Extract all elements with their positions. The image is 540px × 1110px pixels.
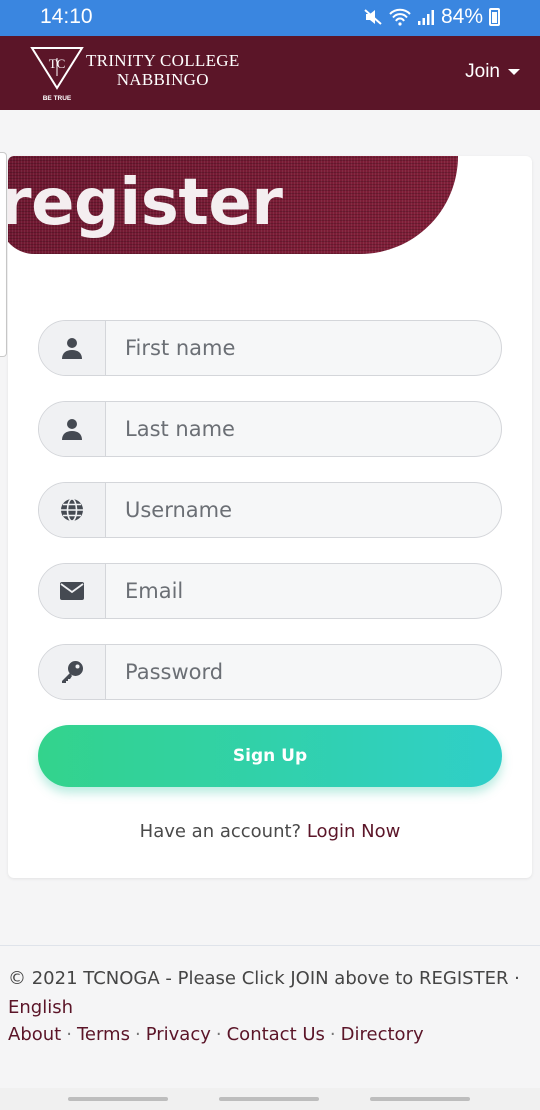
have-account-text: Have an account?: [139, 821, 302, 842]
side-panel-edge[interactable]: [0, 152, 7, 357]
home-handle[interactable]: [219, 1097, 319, 1101]
copyright-text: © 2021 TCNOGA - Please Click JOIN above …: [8, 968, 520, 989]
email-field[interactable]: [38, 563, 502, 619]
footer-link-privacy[interactable]: Privacy: [146, 1024, 211, 1045]
first-name-field[interactable]: [38, 320, 502, 376]
footer-link-terms[interactable]: Terms: [77, 1024, 130, 1045]
username-field[interactable]: [38, 482, 502, 538]
first-name-input[interactable]: [106, 321, 501, 375]
status-bar: 14:10 84%: [0, 0, 540, 36]
back-handle[interactable]: [370, 1097, 470, 1101]
site-footer: © 2021 TCNOGA - Please Click JOIN above …: [0, 945, 540, 1088]
register-banner: register: [8, 156, 458, 254]
join-label: Join: [465, 61, 500, 82]
brand-line-1: TRINITY COLLEGE: [86, 51, 240, 70]
password-input[interactable]: [106, 645, 501, 699]
user-icon: [39, 402, 106, 456]
username-input[interactable]: [106, 483, 501, 537]
college-logo[interactable]: TC BE TRUE: [30, 46, 84, 102]
globe-icon: [39, 483, 106, 537]
user-icon: [39, 321, 106, 375]
password-field[interactable]: [38, 644, 502, 700]
email-input[interactable]: [106, 564, 501, 618]
register-card: register Sign Up Have an account? Log: [8, 156, 532, 878]
battery-icon: [489, 8, 500, 26]
sign-up-button[interactable]: Sign Up: [38, 725, 502, 787]
language-selector[interactable]: English: [8, 997, 73, 1018]
signal-icon: [417, 10, 434, 25]
register-title: register: [8, 166, 283, 240]
status-time: 14:10: [40, 5, 93, 28]
envelope-icon: [39, 564, 106, 618]
svg-text:BE TRUE: BE TRUE: [43, 95, 72, 102]
login-prompt: Have an account? Login Now: [8, 821, 532, 842]
login-now-link[interactable]: Login Now: [307, 821, 400, 842]
battery-percent: 84%: [440, 5, 483, 28]
wifi-icon: [389, 8, 411, 26]
footer-copyright: © 2021 TCNOGA - Please Click JOIN above …: [8, 964, 528, 1022]
caret-down-icon: [508, 69, 520, 75]
mute-icon: [364, 9, 382, 25]
status-icons: 84%: [363, 5, 500, 29]
site-header: TC BE TRUE TRINITY COLLEGE NABBINGO Join: [0, 36, 540, 110]
key-icon: [39, 645, 106, 699]
footer-link-about[interactable]: About: [8, 1024, 61, 1045]
recent-apps-handle[interactable]: [68, 1097, 168, 1101]
brand-line-2: NABBINGO: [116, 70, 209, 89]
last-name-input[interactable]: [106, 402, 501, 456]
system-nav-bar: [0, 1088, 540, 1110]
footer-link-contact[interactable]: Contact Us: [227, 1024, 325, 1045]
last-name-field[interactable]: [38, 401, 502, 457]
footer-links: About · Terms · Privacy · Contact Us · Directory: [8, 1024, 424, 1045]
brand-name[interactable]: TRINITY COLLEGE NABBINGO: [86, 51, 240, 89]
join-dropdown[interactable]: Join: [465, 61, 520, 83]
footer-link-directory[interactable]: Directory: [341, 1024, 424, 1045]
